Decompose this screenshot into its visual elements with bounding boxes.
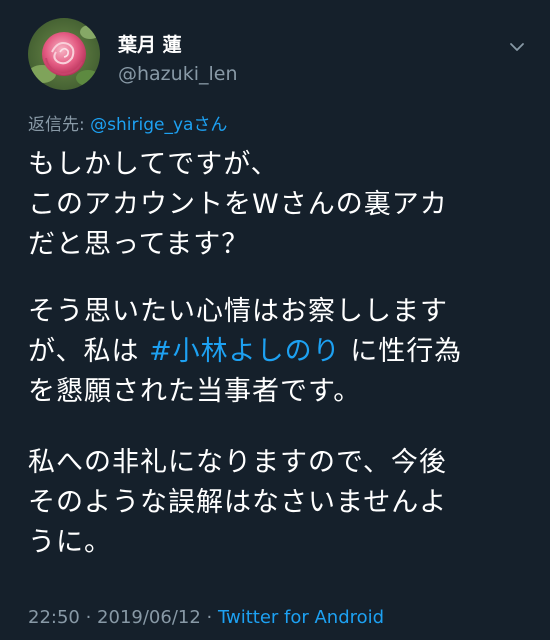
tweet-text-line: そのような誤解はなさいませんよ [28, 487, 448, 518]
tweet-paragraph-1: もしかしてですが、 このアカウントをWさんの裏アカ だと思ってます？ [28, 145, 538, 265]
tweet-paragraph-2: そう思いたい心情はお察しします が、私は #小林よしのり に性行為 を懇願された… [28, 292, 538, 412]
meta-separator: · [200, 607, 218, 628]
meta-separator: · [79, 607, 98, 628]
reply-to-line: 返信先: @shirige_yaさん [28, 113, 227, 137]
tweet-text-line: もしかしてですが、 [28, 149, 279, 180]
tweet-text-line: 私への非礼になりますので、今後 [28, 447, 447, 478]
reply-to-prefix: 返信先: [28, 115, 91, 135]
tweet-text-line: だと思ってます？ [28, 229, 250, 260]
tweet-paragraph-3: 私への非礼になりますので、今後 そのような誤解はなさいませんよ うに。 [28, 443, 538, 563]
tweet-text-line: そう思いたい心情はお察しします [28, 296, 448, 327]
tweet-text-segment: が、私は [28, 336, 140, 367]
tweet-time[interactable]: 22:50 [28, 607, 80, 628]
tweet-source-link[interactable]: Twitter for Android [218, 607, 384, 628]
tweet: 葉月 蓮 @hazuki_len 返信先: @shirige_yaさん もしかし… [0, 0, 550, 640]
tweet-text-line: このアカウントをWさんの裏アカ [28, 189, 448, 220]
tweet-text-line: を懇願された当事者です。 [28, 376, 362, 407]
rose-avatar-icon[interactable] [28, 18, 100, 90]
display-name[interactable]: 葉月 蓮 [118, 33, 182, 57]
reply-mention-suffix[interactable]: さん [193, 115, 227, 135]
chevron-down-icon[interactable] [504, 36, 530, 58]
tweet-date[interactable]: 2019/06/12 [97, 607, 201, 628]
tweet-text-line: が、私は #小林よしのり に性行為 [28, 332, 538, 372]
user-handle[interactable]: @hazuki_len [118, 62, 238, 86]
tweet-meta: 22:50 · 2019/06/12 · Twitter for Android [28, 606, 384, 630]
tweet-text-segment: に性行為 [350, 336, 463, 367]
tweet-text-line: うに。 [28, 527, 112, 558]
reply-mention-link[interactable]: @shirige_ya [90, 115, 193, 135]
hashtag-link[interactable]: #小林よしのり [149, 336, 341, 367]
